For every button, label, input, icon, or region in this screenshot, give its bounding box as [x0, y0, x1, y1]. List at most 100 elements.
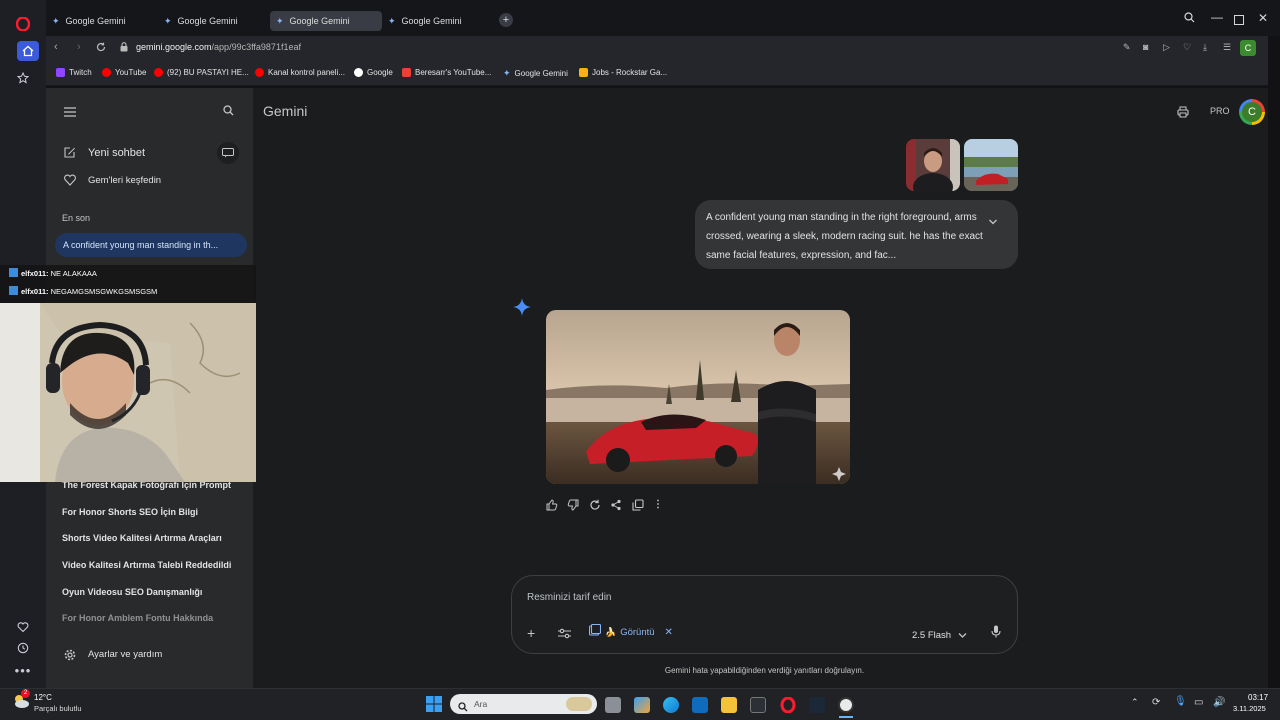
settings-gear-icon[interactable]	[64, 648, 76, 666]
add-attachment-icon[interactable]: +	[527, 625, 535, 641]
bookmark-rockstar[interactable]: Jobs - Rockstar Ga...	[579, 68, 667, 77]
copilot-icon[interactable]	[634, 697, 650, 713]
bookmark-label: Beresarr's YouTube...	[415, 68, 492, 77]
gem-icon[interactable]	[64, 174, 76, 189]
chat-text: NEGAMGSMSGWKGSMSGSM	[50, 287, 158, 296]
browser-tab[interactable]: ✦ Google Gemini	[382, 11, 494, 31]
tab-title: Google Gemini	[177, 16, 238, 26]
copy-icon[interactable]	[632, 499, 644, 514]
download-icon[interactable]: ⤓	[1203, 42, 1207, 53]
browser-tab[interactable]: ✦ Google Gemini	[46, 11, 158, 31]
recent-chat-active[interactable]: A confident young man standing in th...	[55, 233, 247, 257]
printer-icon[interactable]	[1177, 105, 1189, 123]
bookmark-label: Jobs - Rockstar Ga...	[592, 68, 668, 77]
model-picker[interactable]: 2.5 Flash	[912, 626, 967, 644]
clock-time[interactable]: 03:17	[1248, 693, 1268, 702]
minimize-icon[interactable]: —	[1211, 10, 1223, 24]
gemini-icon: ✦	[503, 68, 511, 78]
browser-tab-active[interactable]: ✦ Google Gemini	[270, 11, 382, 31]
thumbs-down-icon[interactable]	[567, 499, 579, 514]
generated-image[interactable]	[546, 310, 850, 484]
gemini-brand-title[interactable]: Gemini	[263, 103, 307, 119]
new-tab-button[interactable]: +	[499, 13, 513, 27]
url-field[interactable]: gemini.google.com/app/99c3ffa9871f1eaf	[136, 42, 301, 52]
new-chat-button[interactable]: Yeni sohbet	[88, 147, 145, 159]
bookmark-google[interactable]: Google	[354, 68, 393, 77]
opera-logo-icon[interactable]	[13, 14, 33, 34]
clock-date[interactable]: 3.11.2025	[1233, 704, 1266, 713]
windows-start-icon[interactable]	[426, 696, 442, 717]
sync-icon[interactable]: ⟳	[1152, 697, 1160, 708]
recent-chat-item[interactable]: Oyun Videosu SEO Danışmanlığı	[62, 587, 202, 597]
menu-lines-icon[interactable]: ☰	[1223, 42, 1231, 53]
explore-gems-link[interactable]: Gem'leri keşfedin	[88, 175, 161, 186]
task-view-icon[interactable]	[605, 697, 621, 713]
forward-icon[interactable]: ›	[77, 41, 81, 53]
recent-chat-item[interactable]: Video Kalitesi Artırma Talebi Reddedildi	[62, 560, 231, 570]
bookmark-gemini[interactable]: ✦ Google Gemini	[503, 68, 568, 79]
bookmark-youtube[interactable]: YouTube	[102, 68, 146, 77]
hamburger-menu-icon[interactable]	[64, 106, 76, 120]
volume-icon[interactable]: 🔊	[1213, 697, 1225, 708]
reload-icon[interactable]	[96, 42, 106, 55]
youtube-icon	[154, 68, 163, 77]
back-icon[interactable]: ‹	[54, 41, 58, 53]
home-icon[interactable]	[17, 41, 39, 61]
more-options-icon[interactable]: ⋮	[653, 499, 663, 510]
user-message-bubble: A confident young man standing in the ri…	[695, 200, 1018, 269]
microphone-tray-icon[interactable]: 🎙	[1174, 696, 1187, 707]
remove-tool-icon[interactable]: ✕	[665, 627, 673, 638]
prompt-input[interactable]: Resminizi tarif edin	[527, 592, 611, 603]
obs-icon[interactable]	[838, 697, 854, 713]
edit-page-icon[interactable]: ✎	[1123, 42, 1131, 53]
bookmark-beresarr[interactable]: Beresarr's YouTube...	[402, 68, 491, 77]
attached-car-thumbnail[interactable]	[964, 139, 1018, 191]
heart-icon[interactable]	[13, 617, 33, 637]
thumbs-up-icon[interactable]	[546, 499, 558, 514]
bookmark-twitch[interactable]: Twitch	[56, 68, 92, 77]
player-icon[interactable]: ▷	[1163, 42, 1170, 53]
recent-chat-item[interactable]: Shorts Video Kalitesi Artırma Araçları	[62, 533, 222, 543]
chat-text: NE ALAKAAA	[50, 269, 97, 278]
regenerate-icon[interactable]	[589, 499, 601, 514]
outlook-icon[interactable]	[692, 697, 708, 713]
stream-chat-overlay: elfx011: NE ALAKAAA elfx011: NEGAMGSMSGW…	[0, 265, 256, 303]
weather-icon[interactable]: 2	[12, 689, 30, 710]
opera-taskbar-icon[interactable]	[780, 696, 796, 714]
steam-icon[interactable]	[809, 697, 825, 713]
more-dots-icon[interactable]: •••	[13, 660, 33, 680]
bookmark-studio[interactable]: Kanal kontrol paneli...	[255, 68, 345, 77]
close-icon[interactable]: ✕	[1258, 11, 1268, 25]
expand-chevron-icon[interactable]	[988, 213, 998, 231]
tray-chevron-icon[interactable]: ⌃	[1131, 697, 1139, 708]
tools-sliders-icon[interactable]	[558, 626, 571, 644]
maximize-icon[interactable]	[1234, 14, 1244, 28]
edge-icon[interactable]	[663, 697, 679, 713]
recent-chat-item[interactable]: For Honor Amblem Fontu Hakkında	[62, 613, 213, 623]
image-tool-label: Görüntü	[620, 626, 655, 638]
taskbar-search[interactable]: Ara	[450, 694, 597, 714]
temporary-chat-icon[interactable]	[217, 142, 239, 164]
bookmark-video[interactable]: (92) BU PASTAYI HE...	[154, 68, 249, 77]
tab-search-icon[interactable]	[1184, 12, 1195, 26]
account-avatar[interactable]: C	[1239, 99, 1265, 125]
bookmark-star-icon[interactable]	[13, 68, 33, 88]
recent-chat-item[interactable]: For Honor Shorts SEO İçin Bilgi	[62, 507, 198, 517]
browser-tab[interactable]: ✦ Google Gemini	[158, 11, 270, 31]
share-icon[interactable]	[610, 499, 622, 514]
snapshot-icon[interactable]: ◙	[1143, 42, 1148, 52]
attached-photo-thumbnail[interactable]	[906, 139, 960, 191]
new-chat-pencil-icon[interactable]	[64, 146, 76, 161]
image-tool-chip[interactable]: 🍌 Görüntü ✕	[588, 623, 673, 641]
favorite-heart-icon[interactable]: ♡	[1183, 42, 1191, 53]
network-icon[interactable]: ▭	[1194, 697, 1203, 708]
browser-profile-avatar[interactable]: C	[1240, 40, 1256, 56]
microphone-icon[interactable]	[991, 625, 1001, 643]
store-icon[interactable]	[750, 697, 766, 713]
recent-heading: En son	[62, 213, 91, 223]
history-clock-icon[interactable]	[13, 638, 33, 658]
settings-help-link[interactable]: Ayarlar ve yardım	[88, 649, 162, 660]
lock-icon[interactable]	[120, 42, 128, 55]
file-explorer-icon[interactable]	[721, 697, 737, 713]
search-icon[interactable]	[223, 105, 234, 119]
